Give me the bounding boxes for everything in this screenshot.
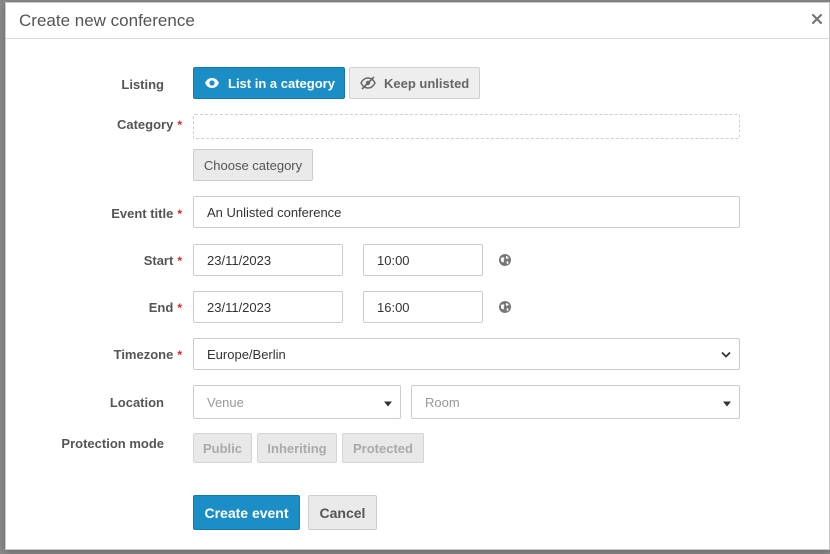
protection-public-button[interactable]: Public	[193, 433, 252, 463]
cancel-button[interactable]: Cancel	[308, 495, 377, 530]
end-time-input[interactable]: 16:00	[363, 291, 483, 323]
end-date-input[interactable]: 23/11/2023	[193, 291, 343, 323]
protection-protected-button[interactable]: Protected	[342, 433, 424, 463]
create-event-button[interactable]: Create event	[193, 495, 300, 530]
eye-icon	[204, 75, 220, 91]
dialog-title: Create new conference	[19, 11, 195, 30]
close-icon[interactable]	[811, 13, 823, 25]
location-label: Location	[109, 395, 164, 410]
start-label: Start *	[143, 253, 182, 268]
category-label: Category *	[116, 117, 182, 132]
venue-dropdown[interactable]: Venue	[193, 385, 401, 419]
room-dropdown[interactable]: Room	[411, 385, 740, 419]
protection-mode-label: Protection mode	[61, 436, 164, 451]
keep-unlisted-button[interactable]: Keep unlisted	[349, 67, 480, 99]
caret-down-icon	[384, 395, 392, 410]
end-label: End *	[148, 300, 182, 315]
event-title-input[interactable]: An Unlisted conference	[193, 196, 740, 228]
required-marker: *	[177, 348, 182, 362]
chevron-down-icon	[721, 347, 731, 362]
event-title-label: Event title *	[111, 206, 182, 221]
eye-slash-icon	[360, 75, 376, 91]
protection-inheriting-button[interactable]: Inheriting	[257, 433, 337, 463]
category-display	[193, 114, 740, 139]
required-marker: *	[177, 118, 182, 132]
timezone-select[interactable]: Europe/Berlin	[193, 338, 740, 370]
globe-icon[interactable]	[498, 300, 512, 314]
timezone-label: Timezone *	[113, 347, 182, 362]
listing-label: Listing	[121, 77, 164, 92]
start-date-input[interactable]: 23/11/2023	[193, 244, 343, 276]
choose-category-button[interactable]: Choose category	[193, 149, 313, 181]
globe-icon[interactable]	[498, 253, 512, 267]
caret-down-icon	[723, 395, 731, 410]
create-conference-dialog: Create new conference Listing List in a …	[5, 2, 830, 550]
list-in-category-button[interactable]: List in a category	[193, 67, 345, 99]
required-marker: *	[177, 301, 182, 315]
dialog-titlebar: Create new conference	[6, 3, 829, 39]
start-time-input[interactable]: 10:00	[363, 244, 483, 276]
required-marker: *	[177, 254, 182, 268]
required-marker: *	[177, 207, 182, 221]
